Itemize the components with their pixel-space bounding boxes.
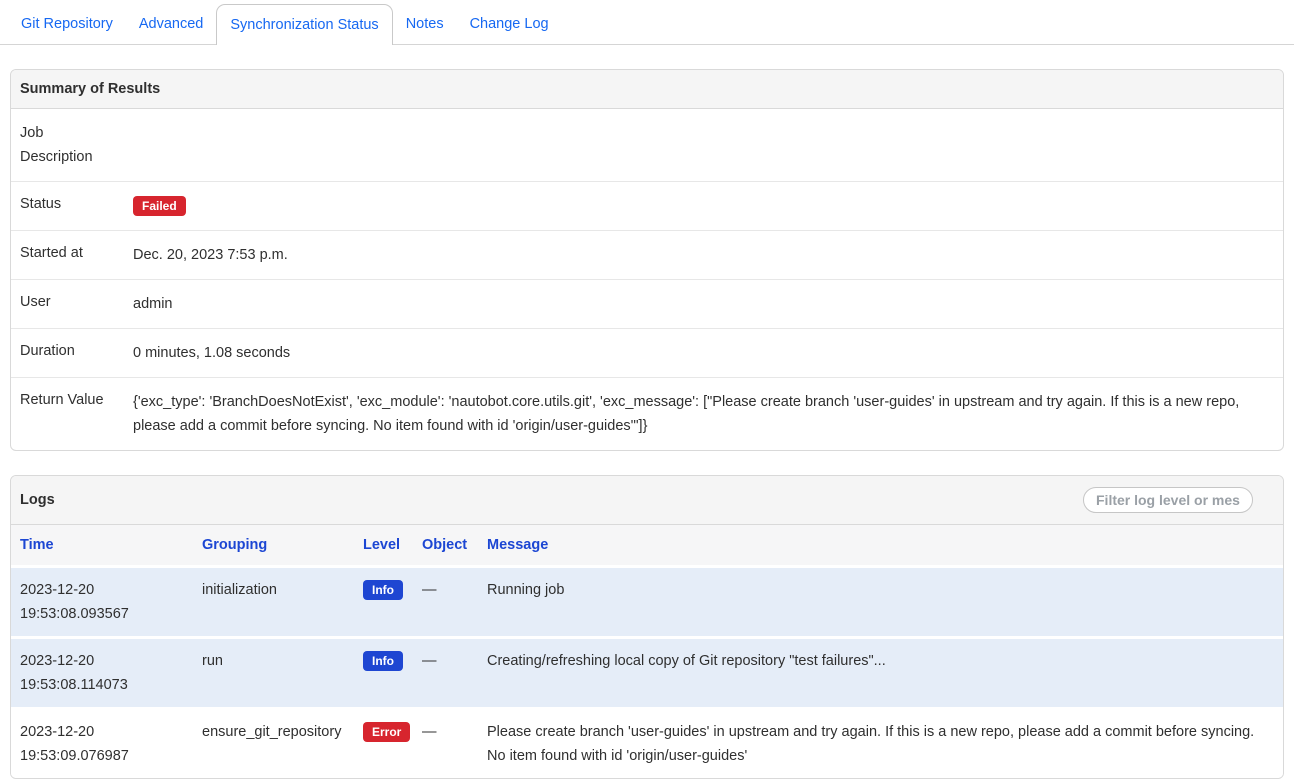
log-object: — xyxy=(422,709,487,779)
log-grouping: run xyxy=(202,638,363,709)
sort-time-header[interactable]: Time xyxy=(20,537,54,553)
description-label: Description xyxy=(20,145,117,169)
log-row: 2023-12-20 19:53:09.076987 ensure_git_re… xyxy=(11,709,1283,779)
log-object: — xyxy=(422,567,487,638)
logs-panel: Logs Time Grouping Level Object Message … xyxy=(10,475,1284,779)
sort-level-header[interactable]: Level xyxy=(363,537,400,553)
log-level-error-badge: Error xyxy=(363,722,410,742)
tab-change-log[interactable]: Change Log xyxy=(457,4,562,44)
summary-row-status: Status Failed xyxy=(11,182,1283,231)
log-time: 2023-12-20 19:53:08.114073 xyxy=(11,638,202,709)
job-description-value xyxy=(133,109,1283,182)
tab-synchronization-status[interactable]: Synchronization Status xyxy=(216,4,392,45)
tab-git-repository[interactable]: Git Repository xyxy=(8,4,126,44)
detail-tabs: Git Repository Advanced Synchronization … xyxy=(0,0,1294,45)
log-grouping: initialization xyxy=(202,567,363,638)
tab-notes[interactable]: Notes xyxy=(393,4,457,44)
log-row: 2023-12-20 19:53:08.093567 initializatio… xyxy=(11,567,1283,638)
job-label: Job xyxy=(20,121,117,145)
summary-table: Job Description Status Failed Started at… xyxy=(11,109,1283,450)
log-message: Creating/refreshing local copy of Git re… xyxy=(487,638,1283,709)
started-at-value: Dec. 20, 2023 7:53 p.m. xyxy=(133,231,1283,280)
summary-row-duration: Duration 0 minutes, 1.08 seconds xyxy=(11,329,1283,378)
sort-grouping-header[interactable]: Grouping xyxy=(202,537,267,553)
summary-row-started-at: Started at Dec. 20, 2023 7:53 p.m. xyxy=(11,231,1283,280)
started-at-label: Started at xyxy=(11,231,133,280)
summary-row-return-value: Return Value {'exc_type': 'BranchDoesNot… xyxy=(11,378,1283,451)
log-message: Running job xyxy=(487,567,1283,638)
return-value-text: {'exc_type': 'BranchDoesNotExist', 'exc_… xyxy=(133,378,1283,451)
sort-object-header[interactable]: Object xyxy=(422,537,467,553)
log-object: — xyxy=(422,638,487,709)
log-level-info-badge: Info xyxy=(363,651,403,671)
sort-message-header[interactable]: Message xyxy=(487,537,548,553)
logs-table: Time Grouping Level Object Message 2023-… xyxy=(11,525,1283,778)
status-label: Status xyxy=(11,182,133,231)
duration-value: 0 minutes, 1.08 seconds xyxy=(133,329,1283,378)
log-grouping: ensure_git_repository xyxy=(202,709,363,779)
summary-panel: Summary of Results Job Description Statu… xyxy=(10,69,1284,451)
log-row: 2023-12-20 19:53:08.114073 run Info — Cr… xyxy=(11,638,1283,709)
logs-panel-title: Logs xyxy=(20,492,55,508)
status-failed-badge: Failed xyxy=(133,196,186,216)
log-filter-input[interactable] xyxy=(1083,487,1253,513)
tab-advanced[interactable]: Advanced xyxy=(126,4,217,44)
summary-panel-title: Summary of Results xyxy=(20,81,160,97)
log-time: 2023-12-20 19:53:09.076987 xyxy=(11,709,202,779)
summary-row-job-description: Job Description xyxy=(11,109,1283,182)
summary-row-user: User admin xyxy=(11,280,1283,329)
user-label: User xyxy=(11,280,133,329)
log-message: Please create branch 'user-guides' in up… xyxy=(487,709,1283,779)
log-level-info-badge: Info xyxy=(363,580,403,600)
user-value: admin xyxy=(133,280,1283,329)
log-time: 2023-12-20 19:53:08.093567 xyxy=(11,567,202,638)
duration-label: Duration xyxy=(11,329,133,378)
logs-header-row: Time Grouping Level Object Message xyxy=(11,525,1283,567)
return-value-label: Return Value xyxy=(11,378,133,451)
